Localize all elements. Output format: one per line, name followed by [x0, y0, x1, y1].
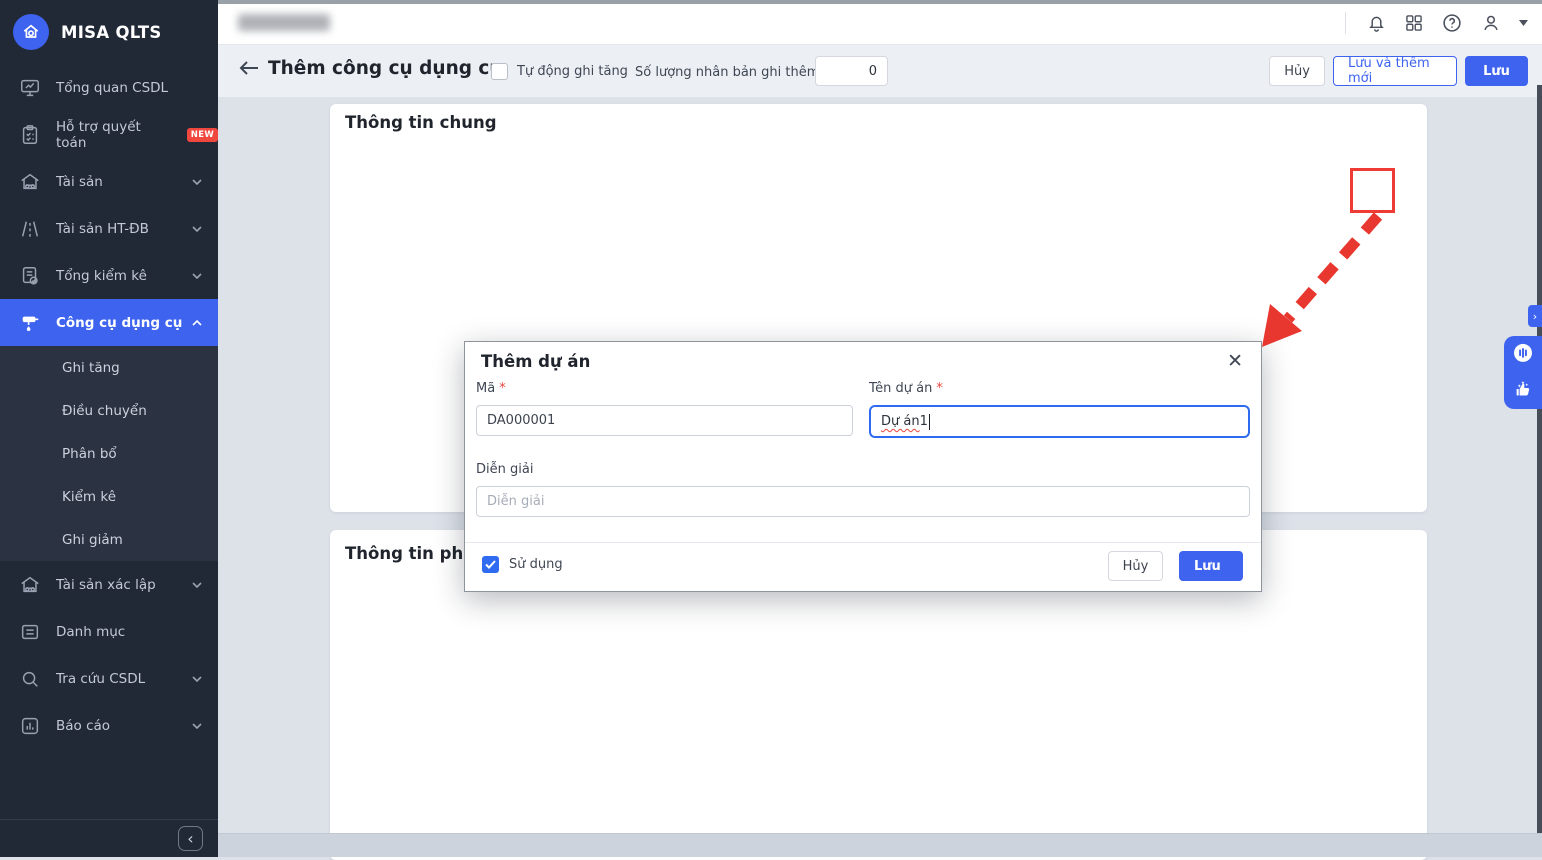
app-name: MISA QLTS — [61, 23, 162, 42]
inventory-icon — [18, 264, 42, 288]
page-title: Thêm công cụ dụng cụ — [268, 58, 503, 79]
sidebar-item-tong-quan-csdl[interactable]: Tổng quan CSDL — [0, 64, 218, 111]
sidebar-footer-divider — [0, 819, 218, 820]
dashboard-icon — [18, 76, 42, 100]
sidebar-item-tai-san[interactable]: Tài sản — [0, 158, 218, 205]
required-asterisk: * — [499, 381, 506, 396]
misspelled-text: Dự án — [881, 414, 920, 429]
clipboard-icon — [18, 123, 42, 147]
sidebar-item-label: Hỗ trợ quyết toán — [56, 119, 169, 151]
submenu-item-ghi-tang[interactable]: Ghi tăng — [0, 346, 218, 389]
modal-title: Thêm dự án — [481, 352, 590, 371]
use-checkbox[interactable] — [482, 556, 499, 573]
misa-logo-icon — [13, 14, 49, 50]
sidebar-item-label: Tài sản — [56, 174, 103, 190]
chevron-right-icon: › — [1533, 310, 1537, 323]
modal-field-dien-giai: Diễn giải Diễn giải — [476, 462, 1250, 517]
user-menu-caret-icon[interactable] — [1519, 20, 1528, 26]
save-button[interactable]: Lưu — [1465, 56, 1528, 86]
modal-field-ma: Mã* DA000001 — [476, 381, 853, 436]
auto-increase-label: Tự động ghi tăng — [517, 64, 628, 79]
user-icon[interactable] — [1480, 12, 1502, 34]
sidebar-item-danh-muc[interactable]: Danh mục — [0, 608, 218, 655]
sidebar: MISA QLTS Tổng quan CSDL Hỗ trợ quyết to… — [0, 0, 218, 857]
submenu-item-kiem-ke[interactable]: Kiểm kê — [0, 475, 218, 518]
window-top-edge — [218, 0, 1542, 4]
save-and-new-button[interactable]: Lưu và thêm mới — [1333, 56, 1457, 86]
sidebar-item-tra-cuu-csdl[interactable]: Tra cứu CSDL — [0, 655, 218, 702]
right-panel-edge — [1537, 85, 1542, 857]
expand-right-panel-button[interactable]: › — [1528, 305, 1542, 327]
chevron-down-icon — [192, 225, 202, 233]
sidebar-item-ho-tro-quyet-toan[interactable]: Hỗ trợ quyết toán NEW — [0, 111, 218, 158]
use-checkbox-label: Sử dụng — [509, 557, 563, 572]
chat-support-icon[interactable] — [1510, 341, 1536, 371]
topbar-divider — [1345, 12, 1346, 34]
modal-cancel-button[interactable]: Hủy — [1108, 551, 1163, 581]
auto-increase-checkbox[interactable] — [491, 63, 508, 80]
submenu-item-ghi-giam[interactable]: Ghi giảm — [0, 518, 218, 561]
sidebar-item-label: Báo cáo — [56, 718, 110, 734]
report-icon — [18, 714, 42, 738]
horizontal-scrollbar-track[interactable] — [218, 833, 1542, 857]
sidebar-item-label: Tổng kiểm kê — [56, 268, 147, 284]
floating-action-panel — [1504, 336, 1542, 409]
required-asterisk: * — [936, 381, 943, 396]
road-icon — [18, 217, 42, 241]
feedback-thumbs-up-icon[interactable] — [1511, 376, 1535, 404]
sidebar-item-tai-san-xac-lap[interactable]: Tài sản xác lập — [0, 561, 218, 608]
page-header: Thêm công cụ dụng cụ Tự động ghi tăng Số… — [218, 45, 1542, 97]
sidebar-item-label: Tra cứu CSDL — [56, 671, 145, 687]
sidebar-item-tai-san-ht-db[interactable]: Tài sản HT-ĐB — [0, 205, 218, 252]
chevron-left-icon: ‹ — [187, 829, 193, 848]
chevron-down-icon — [192, 722, 202, 730]
sidebar-item-label: Tài sản xác lập — [56, 577, 156, 593]
list-icon — [18, 620, 42, 644]
topbar — [218, 0, 1542, 45]
sidebar-item-tong-kiem-ke[interactable]: Tổng kiểm kê — [0, 252, 218, 299]
modal-ten-du-an-input[interactable]: Dự án1 — [869, 405, 1250, 438]
submenu-item-dieu-chuyen[interactable]: Điều chuyển — [0, 389, 218, 432]
modal-field-ten-du-an: Tên dự án* Dự án1 — [869, 381, 1250, 438]
duplicate-count-label: Số lượng nhân bản ghi thêm — [635, 65, 819, 80]
tools-icon — [18, 311, 42, 335]
blurred-user-name — [238, 14, 330, 31]
back-arrow-icon[interactable] — [238, 59, 260, 81]
apps-icon[interactable] — [1404, 13, 1424, 33]
sidebar-collapse-button[interactable]: ‹ — [178, 826, 203, 851]
app-brand: MISA QLTS — [0, 0, 218, 64]
asset-icon — [18, 573, 42, 597]
close-icon[interactable]: ✕ — [1227, 350, 1243, 372]
section-title: Thông tin chung — [345, 113, 497, 132]
sidebar-item-bao-cao[interactable]: Báo cáo — [0, 702, 218, 749]
modal-footer-divider — [465, 542, 1261, 543]
modal-save-button[interactable]: Lưu — [1179, 551, 1243, 581]
modal-dien-giai-input[interactable]: Diễn giải — [476, 486, 1250, 517]
chevron-down-icon — [192, 272, 202, 280]
sidebar-item-cong-cu-dung-cu[interactable]: Công cụ dụng cụ — [0, 299, 218, 346]
chevron-down-icon — [192, 581, 202, 589]
chevron-up-icon — [192, 319, 202, 327]
sidebar-item-label: Công cụ dụng cụ — [56, 315, 182, 331]
text-cursor — [929, 414, 931, 430]
sidebar-submenu: Ghi tăng Điều chuyển Phân bổ Kiểm kê Ghi… — [0, 346, 218, 561]
add-project-modal: Thêm dự án ✕ Mã* DA000001 Tên dự án* Dự … — [464, 341, 1262, 592]
submenu-item-phan-bo[interactable]: Phân bổ — [0, 432, 218, 475]
asset-icon — [18, 170, 42, 194]
sidebar-item-label: Tài sản HT-ĐB — [56, 221, 149, 237]
search-icon — [18, 667, 42, 691]
highlight-red-box — [1350, 168, 1395, 213]
chevron-down-icon — [192, 178, 202, 186]
chevron-down-icon — [192, 675, 202, 683]
notifications-icon[interactable] — [1366, 12, 1387, 33]
duplicate-count-input[interactable]: 0 — [815, 56, 888, 86]
help-icon[interactable] — [1441, 12, 1463, 34]
cancel-button[interactable]: Hủy — [1269, 56, 1325, 86]
sidebar-item-label: Tổng quan CSDL — [56, 80, 168, 96]
new-badge: NEW — [187, 128, 218, 142]
modal-ma-input[interactable]: DA000001 — [476, 405, 853, 436]
sidebar-item-label: Danh mục — [56, 624, 125, 640]
